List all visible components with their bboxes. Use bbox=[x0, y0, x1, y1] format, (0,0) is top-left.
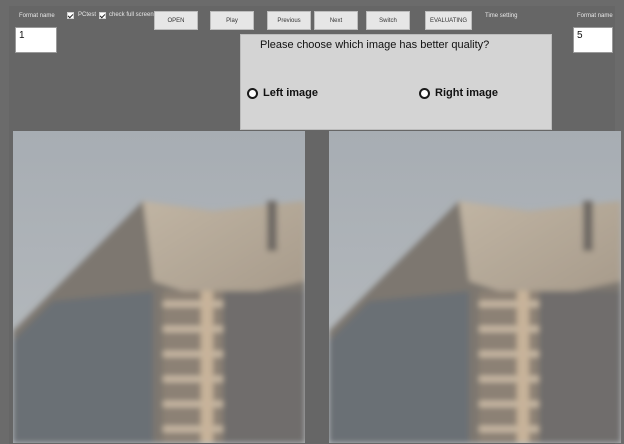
fullscreen-checkbox[interactable] bbox=[99, 12, 106, 19]
quality-question-dialog: Please choose which image has better qua… bbox=[240, 34, 552, 130]
left-image-option[interactable]: Left image bbox=[247, 87, 318, 99]
left-image-panel bbox=[13, 131, 305, 443]
pctest-checkbox[interactable] bbox=[67, 12, 74, 19]
time-setting-label: Time setting bbox=[485, 13, 518, 19]
pctest-label: PCtest bbox=[78, 12, 97, 18]
right-image-panel bbox=[329, 131, 621, 443]
right-building-image bbox=[329, 131, 621, 443]
right-image-label: Right image bbox=[435, 87, 498, 99]
format-name-label-left: Format name bbox=[19, 13, 55, 19]
left-radio-icon[interactable] bbox=[247, 87, 258, 99]
previous-button[interactable]: Previous bbox=[267, 11, 311, 30]
right-image-option[interactable]: Right image bbox=[419, 87, 498, 99]
format-name-label-right: Format name bbox=[577, 13, 613, 19]
open-button[interactable]: OPEN bbox=[154, 11, 198, 30]
fullscreen-label: check full screen bbox=[109, 12, 154, 18]
left-building-image bbox=[13, 131, 305, 443]
right-radio-icon[interactable] bbox=[419, 87, 430, 99]
play-button[interactable]: Play bbox=[210, 11, 254, 30]
switch-button[interactable]: Switch bbox=[366, 11, 410, 30]
format-value-left[interactable]: 1 bbox=[15, 27, 57, 53]
evaluating-button[interactable]: EVALUATING bbox=[425, 11, 472, 30]
format-value-right[interactable]: 5 bbox=[573, 27, 613, 53]
question-text: Please choose which image has better qua… bbox=[260, 39, 490, 51]
left-image-label: Left image bbox=[263, 87, 319, 99]
next-button[interactable]: Next bbox=[314, 11, 358, 30]
